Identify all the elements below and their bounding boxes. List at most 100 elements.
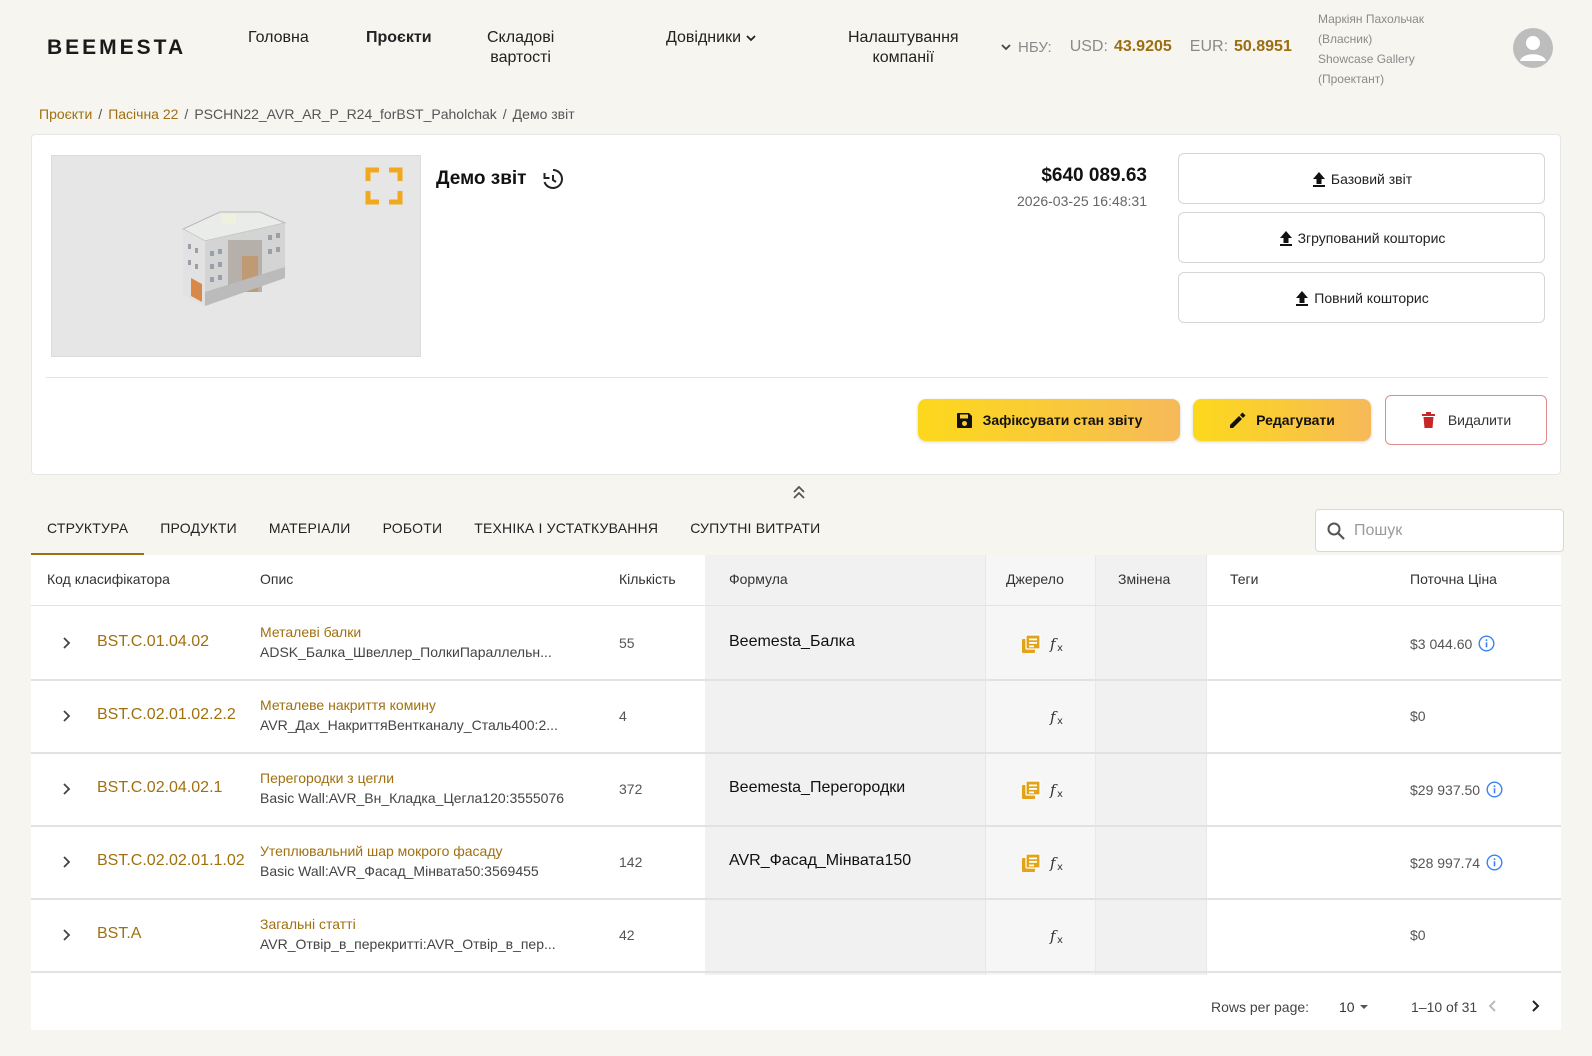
report-card: Демо звіт $640 089.63 2026-03-25 16:48:3… [31,134,1561,475]
formula-fx-icon[interactable]: fx [1049,634,1069,654]
delete-button[interactable]: Видалити [1385,395,1547,445]
exchange-rates: НБУ: USD: 43.9205 EUR: 50.8951 [1000,38,1292,56]
search-input[interactable] [1354,521,1544,540]
col-tags[interactable]: Теги [1230,571,1258,587]
item-price: $29 937.50 [1410,781,1503,798]
expand-row-icon[interactable] [58,635,74,651]
expand-row-icon[interactable] [58,781,74,797]
tab-structure[interactable]: СТРУКТУРА [31,506,145,555]
svg-text:x: x [1057,862,1063,873]
item-quantity: 142 [619,854,643,870]
item-element: ADSK_Балка_Швеллер_ПолкиПараллельн... [260,644,552,660]
tab-related-costs[interactable]: СУПУТНІ ВИТРАТИ [674,506,836,555]
breadcrumb-projects[interactable]: Проєкти [39,106,92,122]
dropdown-arrow-icon [1359,1005,1368,1009]
expand-row-icon[interactable] [58,927,74,943]
nav-company-settings[interactable]: Налаштування компанії [848,28,959,68]
eur-label: EUR: [1189,38,1229,55]
save-icon [956,412,972,428]
item-formula: Beemesta_Перегородки [729,779,906,796]
col-source[interactable]: Джерело [1006,571,1064,587]
item-formula: Beemesta_Балка [729,633,855,650]
classifier-code[interactable]: BST.C.01.04.02 [97,633,209,651]
upload-icon [1296,290,1309,306]
expand-row-icon[interactable] [58,854,74,870]
card-divider [46,377,1548,378]
export-grouped-estimate-button[interactable]: Згрупований кошторис [1178,212,1545,263]
nav-references[interactable]: Довідники [666,28,757,48]
item-quantity: 42 [619,927,635,943]
classifier-code[interactable]: BST.C.02.02.01.1.02 [97,852,245,870]
next-page-icon[interactable] [1526,997,1544,1015]
table-row[interactable]: BST.C.02.04.02.1 Перегородки з цегли Basic… [31,753,1561,827]
fix-report-state-button[interactable]: Зафіксувати стан звіту [918,399,1180,441]
avatar[interactable] [1513,28,1553,68]
user-role: (Власник) [1318,32,1373,46]
prev-page-icon[interactable] [1484,997,1502,1015]
library-icon[interactable] [1021,853,1041,873]
chevron-down-icon[interactable] [1000,41,1012,53]
rows-per-page-select[interactable]: 10 [1339,999,1369,1015]
tab-equipment[interactable]: ТЕХНІКА І УСТАТКУВАННЯ [458,506,674,555]
library-icon[interactable] [1021,780,1041,800]
item-quantity: 4 [619,708,627,724]
nav-projects[interactable]: Проєкти [366,28,432,48]
item-title: Перегородки з цегли [260,770,395,786]
library-icon[interactable] [1021,634,1041,654]
item-title: Загальні статті [260,916,356,932]
model-preview[interactable] [51,155,421,357]
item-price: $0 [1410,708,1426,724]
chevron-down-icon [746,35,756,42]
info-icon[interactable] [1486,781,1503,798]
item-element: AVR_Дах_НакриттяВентканалу_Сталь400:2... [260,717,558,733]
formula-fx-icon[interactable]: fx [1049,780,1069,800]
svg-text:x: x [1057,643,1063,654]
report-total: $640 089.63 [1041,165,1147,186]
formula-fx-icon[interactable]: fx [1049,853,1069,873]
table-row[interactable]: BST.C.02.01.02.2.2 Металеве накриття коми… [31,680,1561,754]
item-element: Basic Wall:AVR_Вн_Кладка_Цегла120:355507… [260,790,565,806]
user-info: Маркіян Пахольчак (Власник) Showcase Gal… [1318,9,1424,89]
info-icon[interactable] [1478,635,1495,652]
item-price: $0 [1410,927,1426,943]
usd-label: USD: [1069,38,1108,55]
breadcrumb-current: Демо звіт [512,106,575,122]
fullscreen-icon[interactable] [365,167,403,205]
search-box [1315,509,1564,552]
col-quantity[interactable]: Кількість [619,571,676,587]
classifier-code[interactable]: BST.C.02.04.02.1 [97,779,222,797]
export-full-estimate-button[interactable]: Повний кошторис [1178,272,1545,323]
col-description[interactable]: Опис [260,571,293,587]
top-header: BEEMESTA Головна Проєкти Складові вартост… [0,0,1592,96]
expand-row-icon[interactable] [58,708,74,724]
breadcrumb-project[interactable]: Пасічна 22 [108,106,178,122]
history-icon[interactable] [540,167,564,191]
nav-cost-components[interactable]: Складові вартості [487,28,554,68]
table-row[interactable]: BST.C.02.02.01.1.02 Утеплювальний шар мок… [31,826,1561,900]
tab-bar: СТРУКТУРА ПРОДУКТИ МАТЕРІАЛИ РОБОТИ ТЕХН… [31,506,836,555]
info-icon[interactable] [1486,854,1503,871]
col-formula[interactable]: Формула [729,571,788,587]
col-modified[interactable]: Змінена [1118,571,1170,587]
tab-materials[interactable]: МАТЕРІАЛИ [253,506,367,555]
export-base-report-button[interactable]: Базовий звіт [1178,153,1545,204]
classifier-code[interactable]: BST.A [97,925,141,943]
classifier-code[interactable]: BST.C.02.01.02.2.2 [97,706,236,724]
col-current-price[interactable]: Поточна Ціна [1410,571,1497,587]
search-icon [1327,522,1345,540]
nav-home[interactable]: Головна [248,28,309,48]
formula-fx-icon[interactable]: fx [1049,926,1069,946]
tab-works[interactable]: РОБОТИ [367,506,459,555]
logo[interactable]: BEEMESTA [47,36,186,60]
table-row[interactable]: BST.C.01.04.02 Металеві балки ADSK_Балка_Ш… [31,607,1561,681]
item-quantity: 55 [619,635,635,651]
table-row[interactable]: BST.A Загальні статті AVR_Отвір_в_перекрит… [31,899,1561,973]
col-classifier-code[interactable]: Код класифікатора [47,571,170,587]
tab-products[interactable]: ПРОДУКТИ [144,506,253,555]
svg-text:x: x [1057,789,1063,800]
item-formula: AVR_Фасад_Мінвата150 [729,852,912,869]
formula-fx-icon[interactable]: fx [1049,707,1069,727]
edit-button[interactable]: Редагувати [1193,399,1371,441]
collapse-up-icon[interactable] [791,484,807,500]
item-title: Утеплювальний шар мокрого фасаду [260,843,503,859]
